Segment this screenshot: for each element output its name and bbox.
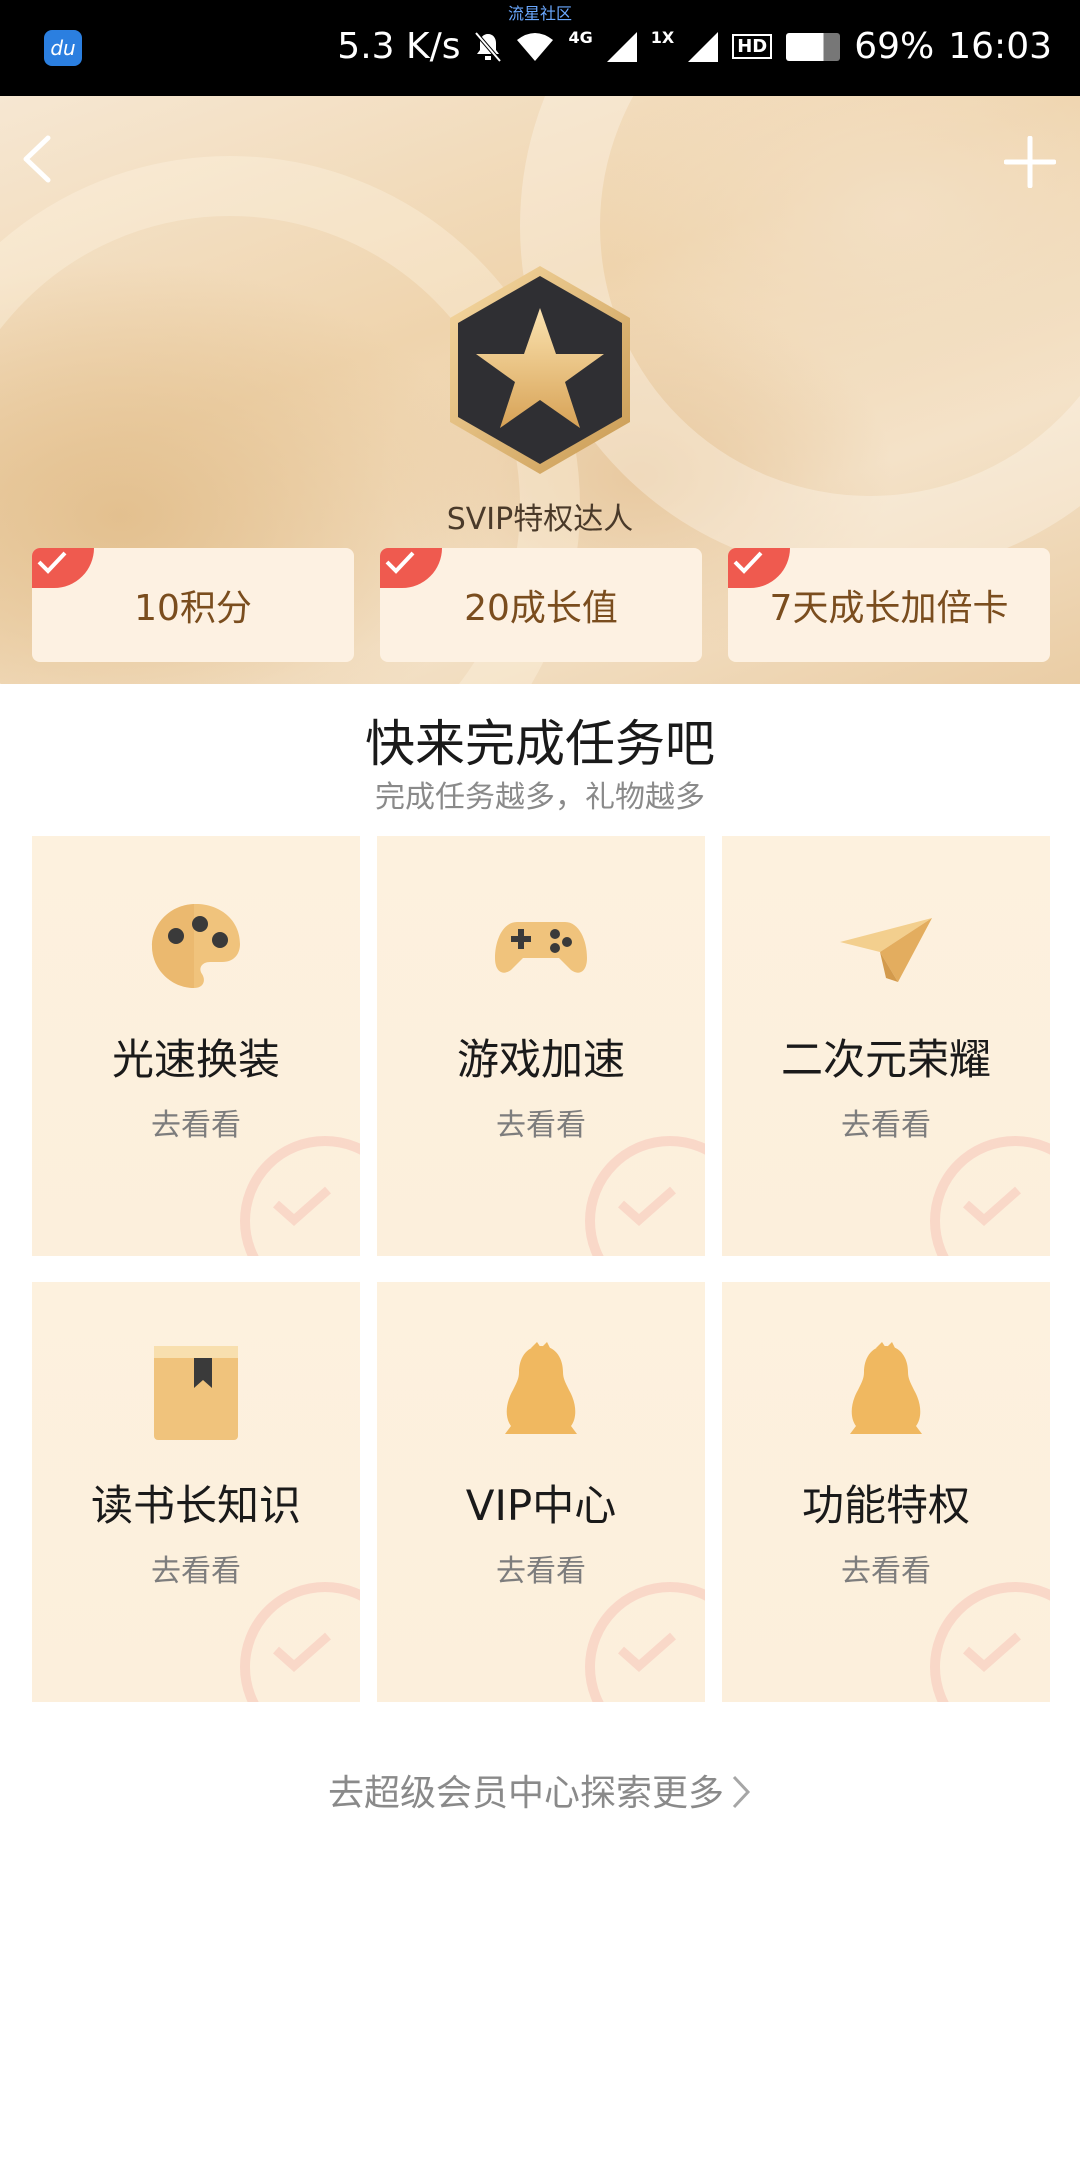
- reward-item: 10积分: [32, 548, 354, 662]
- task-name: 功能特权: [801, 1481, 970, 1530]
- hd-label: HD: [732, 34, 773, 59]
- task-card-anime[interactable]: 二次元荣耀 去看看: [722, 836, 1050, 1256]
- task-action[interactable]: 去看看: [32, 1100, 360, 1144]
- reward-label: 20成长值: [464, 588, 618, 629]
- check-icon: [733, 551, 763, 574]
- chevron-left-icon: [23, 135, 51, 183]
- plus-icon: [1003, 135, 1057, 189]
- check-watermark-icon: [963, 1186, 1021, 1226]
- task-name: 光速换装: [111, 1035, 280, 1084]
- task-action[interactable]: 去看看: [377, 1100, 705, 1144]
- gamepad-icon: [495, 922, 587, 973]
- explore-more-link[interactable]: 去超级会员中心探索更多: [0, 1764, 1080, 1816]
- reward-item: 7天成长加倍卡: [728, 548, 1050, 662]
- status-center-text: 流星社区: [507, 4, 572, 23]
- task-card-privilege[interactable]: 功能特权 去看看: [722, 1282, 1050, 1702]
- section-subtitle: 完成任务越多，礼物越多: [375, 780, 705, 815]
- battery-percent: 69%: [854, 26, 935, 67]
- clock: 16:03: [948, 26, 1052, 67]
- reward-label: 7天成长加倍卡: [769, 588, 1009, 629]
- task-card-vip[interactable]: VIP中心 去看看: [377, 1282, 705, 1702]
- task-action[interactable]: 去看看: [722, 1100, 1050, 1144]
- check-watermark-icon: [273, 1186, 331, 1226]
- penguin-icon: [850, 1342, 922, 1434]
- task-action[interactable]: 去看看: [722, 1546, 1050, 1590]
- check-icon: [385, 551, 415, 574]
- status-right-group: 5.3 K/s 4G 1X HD 69% 16:03: [337, 26, 1052, 67]
- check-icon: [37, 551, 67, 574]
- task-card-game[interactable]: 游戏加速 去看看: [377, 836, 705, 1256]
- check-watermark-icon: [963, 1632, 1021, 1672]
- book-icon: [154, 1346, 238, 1440]
- sim-label: 1X: [650, 28, 675, 47]
- chevron-right-icon: [732, 1775, 751, 1809]
- mute-icon: [474, 31, 503, 62]
- network-type: 4G: [568, 28, 593, 47]
- task-action[interactable]: 去看看: [32, 1546, 360, 1590]
- signal-icon-2: [688, 31, 719, 62]
- hero-banner: SVIP特权达人 10积分 20成长值 7天成长加倍卡: [0, 96, 1080, 684]
- task-card-reading[interactable]: 读书长知识 去看看: [32, 1282, 360, 1702]
- network-speed: 5.3 K/s: [337, 26, 461, 67]
- check-watermark-icon: [273, 1632, 331, 1672]
- battery-icon: [786, 32, 841, 61]
- check-watermark-icon: [618, 1186, 676, 1226]
- check-badge: [380, 548, 442, 588]
- reward-label: 10积分: [134, 588, 252, 629]
- task-name: 游戏加速: [456, 1035, 625, 1084]
- hero-title: SVIP特权达人: [446, 502, 634, 537]
- explore-more-label: 去超级会员中心探索更多: [327, 1773, 724, 1814]
- check-badge: [32, 548, 94, 588]
- wifi-icon: [517, 32, 554, 61]
- task-name: VIP中心: [465, 1481, 617, 1530]
- reward-list: 10积分 20成长值 7天成长加倍卡: [32, 548, 1050, 662]
- palette-icon: [152, 904, 240, 988]
- task-card-outfit[interactable]: 光速换装 去看看: [32, 836, 360, 1256]
- penguin-icon: [505, 1342, 577, 1434]
- back-button[interactable]: [18, 134, 58, 184]
- signal-icon: [606, 31, 637, 62]
- section-title: 快来完成任务吧: [365, 715, 715, 773]
- task-action[interactable]: 去看看: [377, 1546, 705, 1590]
- reward-item: 20成长值: [380, 548, 702, 662]
- task-name: 读书长知识: [90, 1481, 301, 1530]
- star-hexagon-badge-icon: [450, 266, 630, 474]
- add-button[interactable]: [1003, 135, 1057, 189]
- task-name: 二次元荣耀: [780, 1035, 991, 1084]
- app-notification-icon: du: [44, 30, 82, 66]
- check-watermark-icon: [618, 1632, 676, 1672]
- paper-plane-icon: [840, 918, 932, 982]
- status-bar: du 流星社区 5.3 K/s 4G 1X HD 69% 16:03: [0, 0, 1080, 96]
